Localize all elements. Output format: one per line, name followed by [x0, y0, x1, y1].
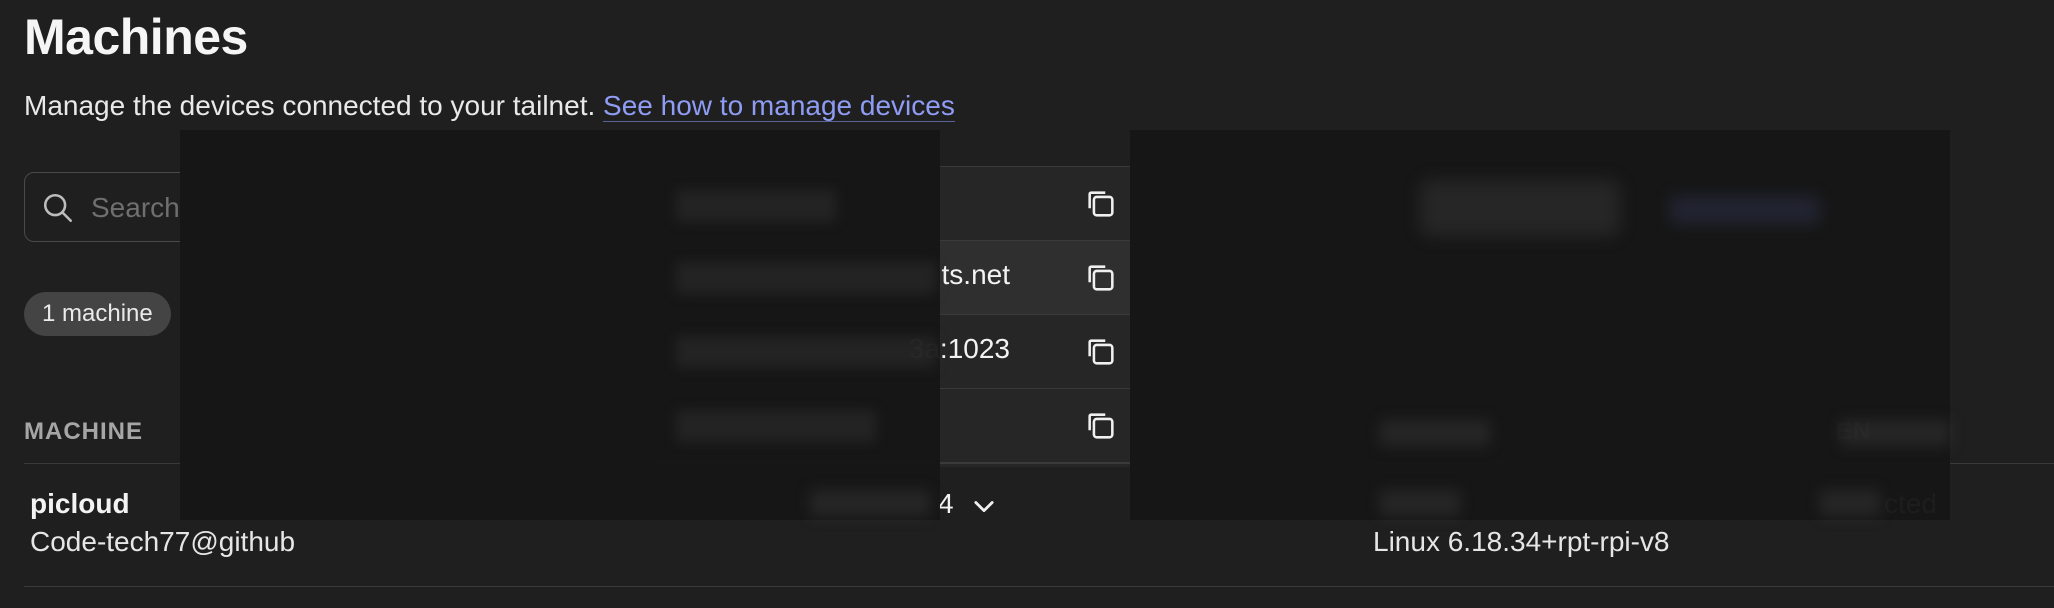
- blurred-link: [1670, 196, 1820, 224]
- blurred-cell: [1820, 490, 1880, 516]
- blurred-header: [1380, 420, 1490, 446]
- machine-count-badge[interactable]: 1 machine: [24, 292, 171, 336]
- address-summary[interactable]: 4: [938, 488, 954, 520]
- manage-devices-link[interactable]: See how to manage devices: [603, 90, 955, 122]
- page-title: Machines: [24, 9, 248, 65]
- copy-icon[interactable]: [1084, 187, 1118, 221]
- row-divider: [24, 586, 2054, 587]
- copy-icon[interactable]: [1084, 335, 1118, 369]
- copy-icon[interactable]: [1084, 261, 1118, 295]
- search-icon: [43, 193, 73, 223]
- blurred-cell: [1380, 490, 1460, 516]
- blurred-header: [1840, 420, 1950, 446]
- blurred-text: [676, 336, 936, 368]
- chevron-down-icon[interactable]: [970, 492, 998, 520]
- column-header-machine[interactable]: MACHINE: [24, 418, 143, 446]
- blurred-button: [1420, 180, 1620, 236]
- blurred-text: [676, 410, 876, 442]
- page-subtitle: Manage the devices connected to your tai…: [24, 90, 955, 122]
- address-value: ts.net: [941, 259, 1010, 290]
- blurred-cell: [810, 490, 930, 516]
- blurred-text: [676, 190, 836, 222]
- subtitle-text: Manage the devices connected to your tai…: [24, 90, 596, 121]
- blurred-text: [676, 262, 936, 294]
- os-version: Linux 6.18.34+rpt-rpi-v8: [1373, 526, 1670, 557]
- redaction-overlay: [180, 130, 940, 520]
- machine-name[interactable]: picloud: [30, 488, 130, 520]
- machine-owner: Code-tech77@github: [30, 526, 296, 557]
- copy-icon[interactable]: [1084, 409, 1118, 443]
